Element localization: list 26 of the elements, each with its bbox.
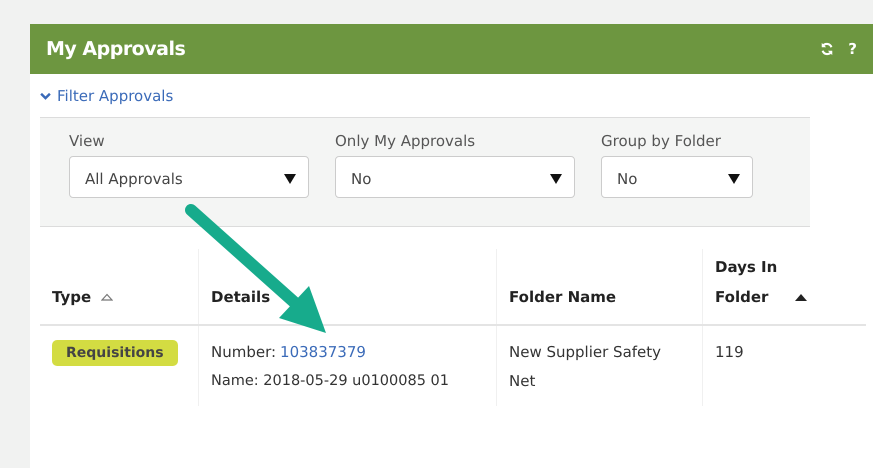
dropdown-arrow-icon <box>728 174 740 184</box>
dropdown-field[interactable]: No <box>601 156 753 198</box>
field-label: View <box>69 132 106 150</box>
column-title: Details <box>211 287 270 308</box>
panel-title: My Approvals <box>46 38 186 60</box>
column-title: Folder Name <box>509 287 618 308</box>
number-link[interactable]: 103837379 <box>280 338 366 367</box>
refresh-icon <box>820 42 834 56</box>
column-title: Days In Folder <box>715 257 778 308</box>
field-label: Group by Folder <box>601 132 722 150</box>
column-header[interactable]: Folder Name <box>496 249 702 324</box>
column-header[interactable]: Days In Folder <box>702 249 866 324</box>
dropdown-field[interactable]: All Approvals <box>69 156 309 198</box>
filter-toggle-link[interactable]: Filter Approvals <box>40 87 174 105</box>
field-label: Only My Approvals <box>335 132 476 150</box>
folder-name-cell-text: New Supplier Safety Net <box>509 342 662 392</box>
column-header[interactable]: Type <box>40 249 198 324</box>
dropdown-field[interactable]: No <box>335 156 575 198</box>
column-title: Type <box>52 287 92 308</box>
number-text: Number: <box>211 342 276 363</box>
dropdown-arrow-icon <box>284 174 296 184</box>
dropdown-arrow-icon <box>550 174 562 184</box>
chevron-icon <box>40 92 51 100</box>
type-tag: Requisitions <box>52 340 178 366</box>
days-cell: 119 <box>715 343 744 361</box>
name-text: Name: 2018-05-29 u0100085 01 <box>211 372 449 391</box>
